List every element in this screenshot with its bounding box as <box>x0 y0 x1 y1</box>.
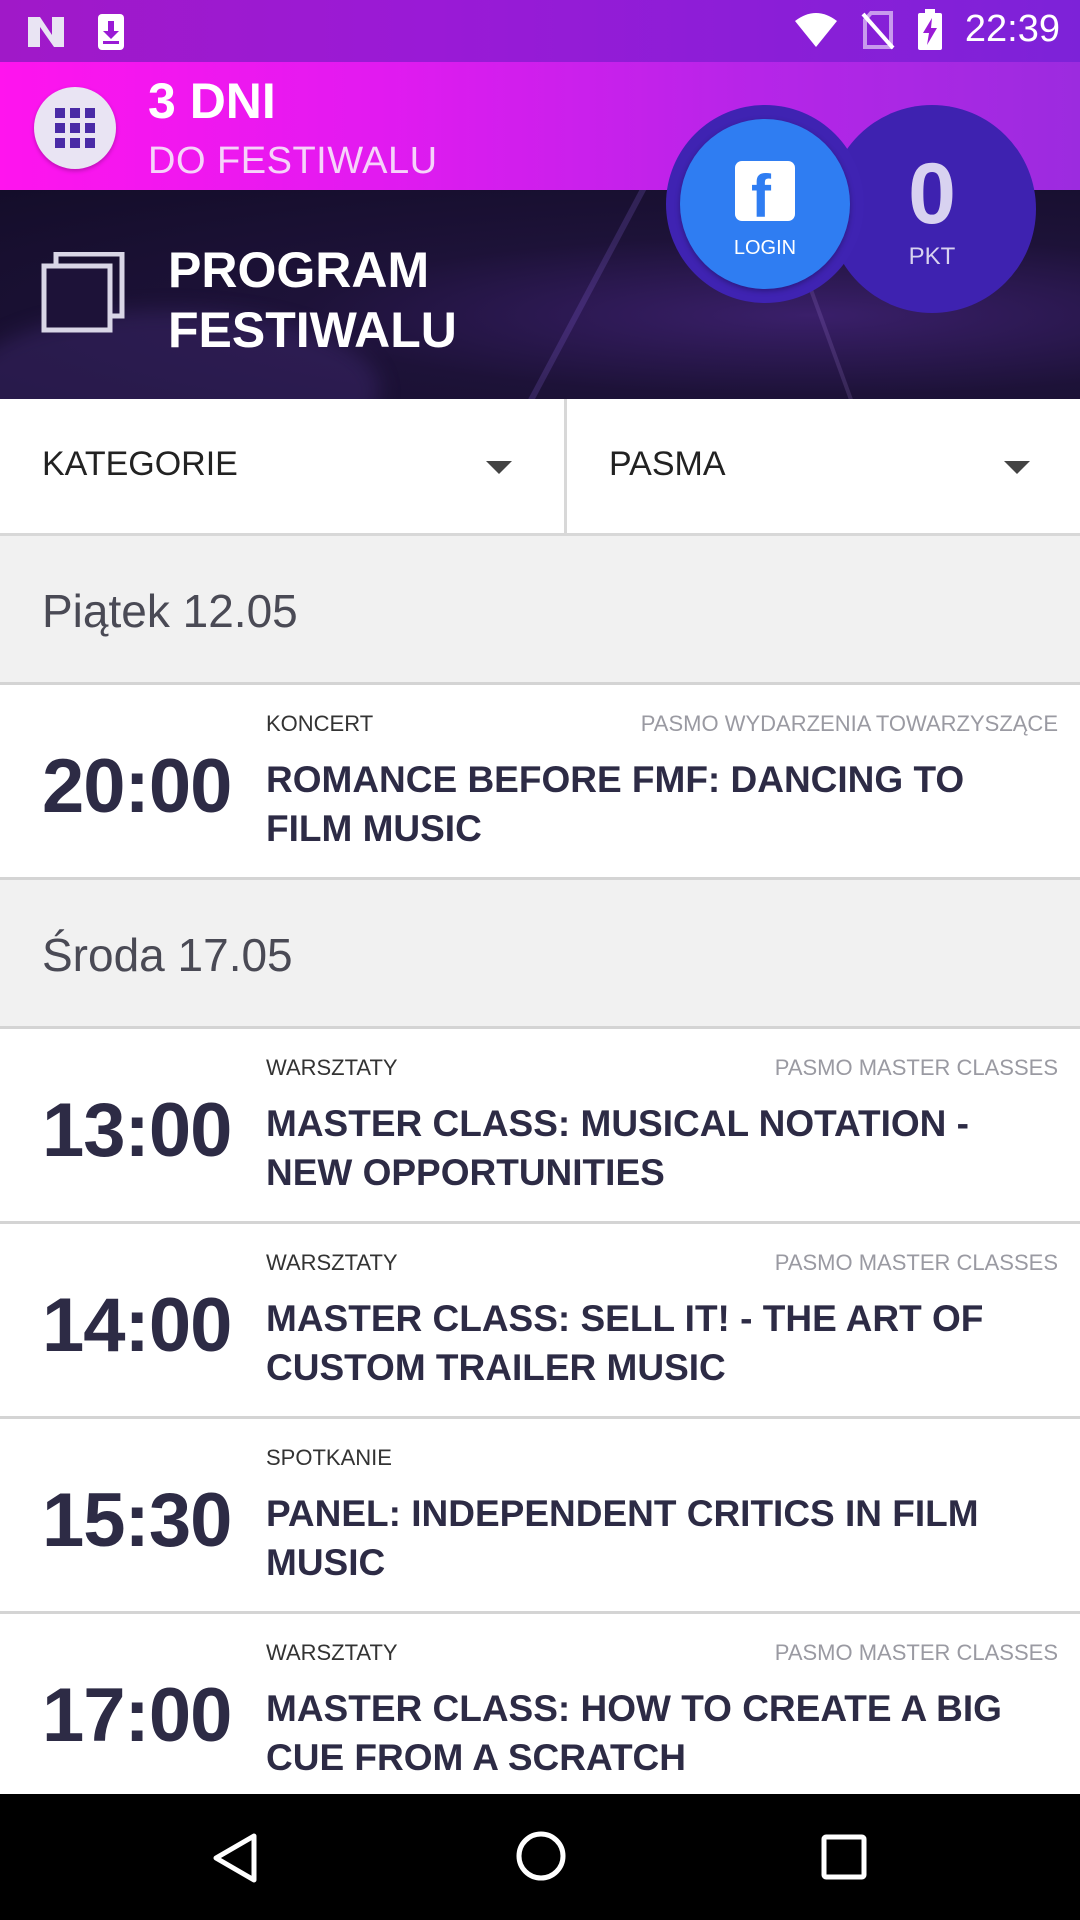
notification-n-icon <box>28 17 64 47</box>
event-category: KONCERT <box>266 711 374 736</box>
countdown-days: 3 DNI <box>148 73 276 129</box>
facebook-icon: f <box>735 161 795 221</box>
battery-charging-icon <box>917 8 942 50</box>
event-row[interactable]: 17:00 WARSZTATY PASMO MASTER CLASSES MAS… <box>0 1614 1080 1806</box>
event-title: MASTER CLASS: MUSICAL NOTATION - NEW OPP… <box>266 1103 969 1193</box>
event-band: PASMO WYDARZENIA TOWARZYSZĄCE <box>640 711 1058 736</box>
chevron-down-icon <box>1004 461 1030 474</box>
event-category: WARSZTATY <box>266 1250 398 1275</box>
event-band: PASMO MASTER CLASSES <box>774 1055 1058 1080</box>
bands-label: PASMA <box>609 445 726 483</box>
day-label: Piątek 12.05 <box>42 585 298 637</box>
event-row[interactable]: 15:30 SPOTKANIE PANEL: INDEPENDENT CRITI… <box>0 1419 1080 1614</box>
system-nav-bar <box>0 1794 1080 1920</box>
event-time: 14:00 <box>42 1283 232 1368</box>
bands-dropdown[interactable]: PASMA <box>567 399 1080 533</box>
event-time: 20:00 <box>42 744 232 829</box>
categories-dropdown[interactable]: KATEGORIE <box>0 399 567 533</box>
event-time: 15:30 <box>42 1478 232 1563</box>
page-title-line2: FESTIWALU <box>168 302 457 358</box>
event-time: 17:00 <box>42 1673 232 1758</box>
no-sim-icon <box>861 10 895 49</box>
page-title: PROGRAM FESTIWALU <box>168 240 457 360</box>
event-title: PANEL: INDEPENDENT CRITICS IN FILM MUSIC <box>266 1493 979 1583</box>
back-icon[interactable] <box>212 1832 258 1884</box>
recent-apps-icon[interactable] <box>821 1834 867 1880</box>
event-band: PASMO MASTER CLASSES <box>774 1640 1058 1665</box>
event-title: ROMANCE BEFORE FMF: DANCING TO FILM MUSI… <box>266 759 965 849</box>
program-stack-icon <box>41 252 125 333</box>
countdown-subtitle: DO FESTIWALU <box>148 140 438 182</box>
day-header: Piątek 12.05 <box>0 536 1080 685</box>
status-bar: 22:39 <box>0 0 1080 62</box>
home-icon[interactable] <box>515 1830 567 1882</box>
menu-button[interactable] <box>34 87 116 169</box>
grid-menu-icon <box>55 108 95 148</box>
wifi-icon <box>794 12 837 47</box>
event-row[interactable]: 13:00 WARSZTATY PASMO MASTER CLASSES MAS… <box>0 1029 1080 1224</box>
download-icon <box>98 14 124 50</box>
event-row[interactable]: 14:00 WARSZTATY PASMO MASTER CLASSES MAS… <box>0 1224 1080 1419</box>
categories-label: KATEGORIE <box>42 445 238 483</box>
event-title: MASTER CLASS: SELL IT! - THE ART OF CUST… <box>266 1298 984 1388</box>
event-category: WARSZTATY <box>266 1640 398 1665</box>
facebook-login-button[interactable]: f LOGIN <box>666 105 864 303</box>
event-time: 13:00 <box>42 1088 232 1173</box>
chevron-down-icon <box>486 461 512 474</box>
event-category: WARSZTATY <box>266 1055 398 1080</box>
filter-bar: KATEGORIE PASMA <box>0 399 1080 536</box>
clock: 22:39 <box>964 8 1060 50</box>
event-band: PASMO MASTER CLASSES <box>774 1250 1058 1275</box>
event-row[interactable]: 20:00 KONCERT PASMO WYDARZENIA TOWARZYSZ… <box>0 685 1080 880</box>
page-title-line1: PROGRAM <box>168 242 430 298</box>
points-unit: PKT <box>908 243 956 270</box>
day-label: Środa 17.05 <box>42 929 293 981</box>
event-category: SPOTKANIE <box>266 1445 392 1470</box>
day-header: Środa 17.05 <box>0 880 1080 1029</box>
facebook-login-label: LOGIN <box>733 237 797 259</box>
event-title: MASTER CLASS: HOW TO CREATE A BIG CUE FR… <box>266 1688 1002 1778</box>
